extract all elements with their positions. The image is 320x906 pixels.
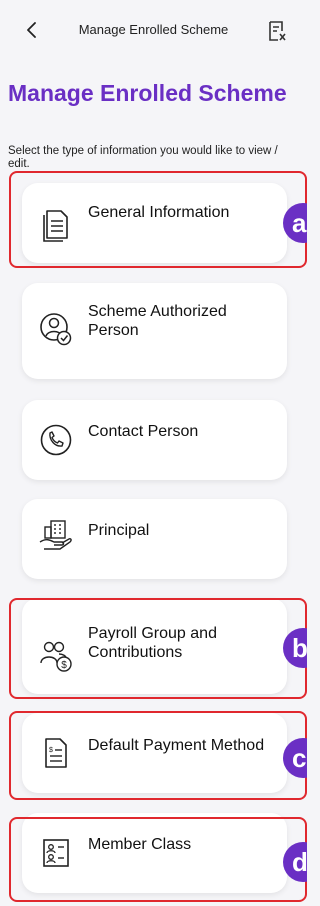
menu-card-scheme-authorized-person[interactable]: Scheme Authorized Person	[22, 283, 287, 379]
document-close-icon	[269, 21, 286, 41]
page-title: Manage Enrolled Scheme	[8, 80, 287, 106]
user-check-icon	[38, 311, 74, 347]
menu-card-contact-person[interactable]: Contact Person	[22, 400, 287, 480]
highlight-box-d	[9, 817, 307, 902]
building-hand-icon	[38, 517, 74, 553]
top-bar: Manage Enrolled Scheme	[0, 0, 307, 60]
header-title: Manage Enrolled Scheme	[78, 22, 229, 37]
phone-icon	[38, 422, 74, 458]
highlight-box-c	[9, 711, 307, 800]
page-subtitle: Select the type of information you would…	[8, 145, 278, 170]
menu-label: Contact Person	[88, 423, 199, 440]
menu-card-principal[interactable]: Principal	[22, 499, 287, 579]
app-screen: Manage Enrolled Scheme Manage Enrolled S…	[0, 0, 307, 906]
document-action-button[interactable]	[267, 20, 287, 42]
highlight-box-b	[9, 598, 307, 699]
menu-label: Principal	[88, 522, 150, 539]
highlight-box-a	[9, 171, 307, 268]
menu-label: Scheme Authorized Person	[88, 303, 227, 339]
